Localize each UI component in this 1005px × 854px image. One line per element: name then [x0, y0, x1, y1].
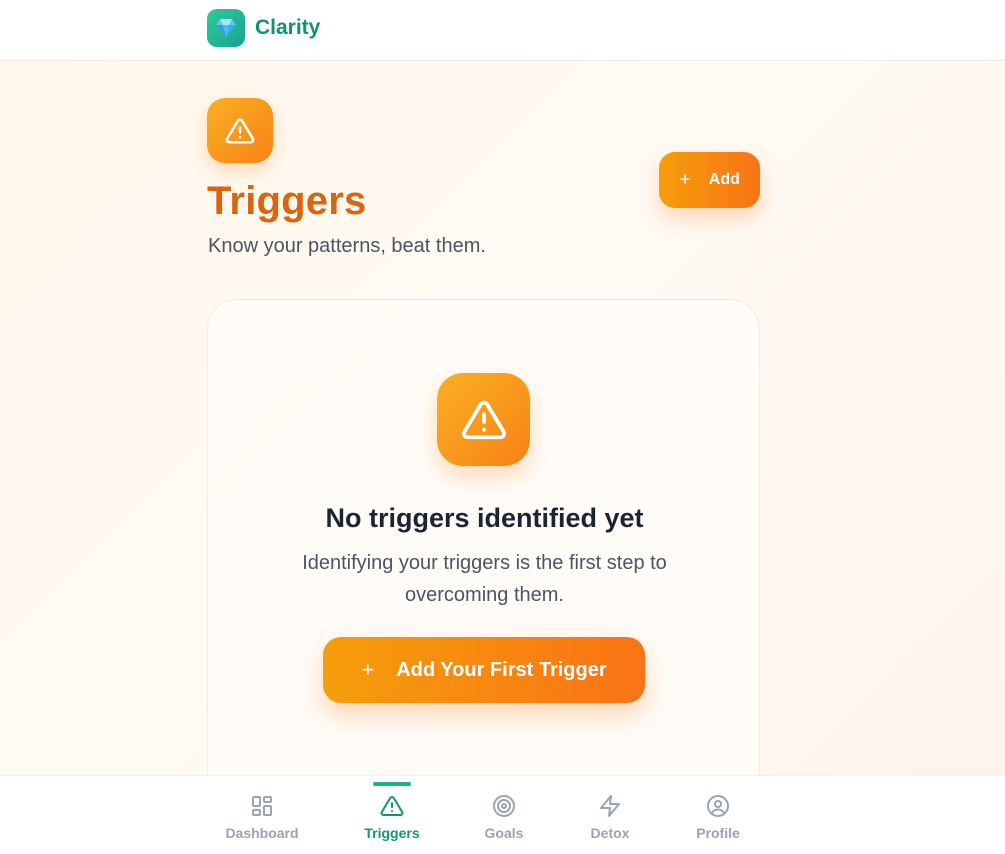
plus-icon: + [679, 168, 691, 191]
page-subtitle: Know your patterns, beat them. [208, 235, 486, 257]
nav-item-goals[interactable]: Goals [454, 776, 554, 854]
alert-triangle-icon [207, 98, 273, 163]
add-button-label: Add [708, 171, 740, 188]
add-trigger-button[interactable]: + Add [659, 152, 760, 208]
empty-state-card: No triggers identified yet Identifying y… [207, 299, 760, 799]
main-content: Triggers Know your patterns, beat them. … [0, 61, 1005, 799]
add-first-trigger-label: Add Your First Trigger [396, 658, 607, 681]
nav-item-triggers[interactable]: Triggers [342, 776, 442, 854]
app-root: Clarity Triggers Know your patterns, bea… [0, 0, 1005, 854]
gem-icon [207, 9, 245, 47]
empty-state-description: Identifying your triggers is the first s… [302, 552, 667, 606]
nav-label-profile: Profile [696, 825, 740, 841]
nav-label-triggers: Triggers [364, 825, 420, 841]
nav-label-dashboard: Dashboard [225, 825, 299, 841]
nav-item-detox[interactable]: Detox [560, 776, 660, 854]
empty-state-title: No triggers identified yet [325, 503, 644, 533]
nav-label-detox: Detox [590, 825, 630, 841]
alert-triangle-icon [380, 795, 404, 816]
add-first-trigger-button[interactable]: + Add Your First Trigger [323, 637, 645, 703]
lightning-icon [600, 795, 620, 817]
top-header: Clarity [0, 0, 1005, 61]
nav-item-dashboard[interactable]: Dashboard [212, 776, 312, 854]
grid-icon [252, 796, 272, 816]
active-tab-indicator [373, 782, 411, 786]
brand[interactable]: Clarity [207, 9, 320, 47]
nav-label-goals: Goals [484, 825, 524, 841]
bottom-nav: Dashboard Triggers Goals Detox Profile [0, 775, 1005, 854]
user-circle-icon [707, 795, 729, 817]
plus-icon: + [361, 657, 375, 682]
target-icon [493, 795, 515, 817]
alert-triangle-icon [437, 373, 530, 466]
brand-name: Clarity [255, 16, 321, 39]
page-title: Triggers [207, 179, 367, 223]
nav-item-profile[interactable]: Profile [668, 776, 768, 854]
